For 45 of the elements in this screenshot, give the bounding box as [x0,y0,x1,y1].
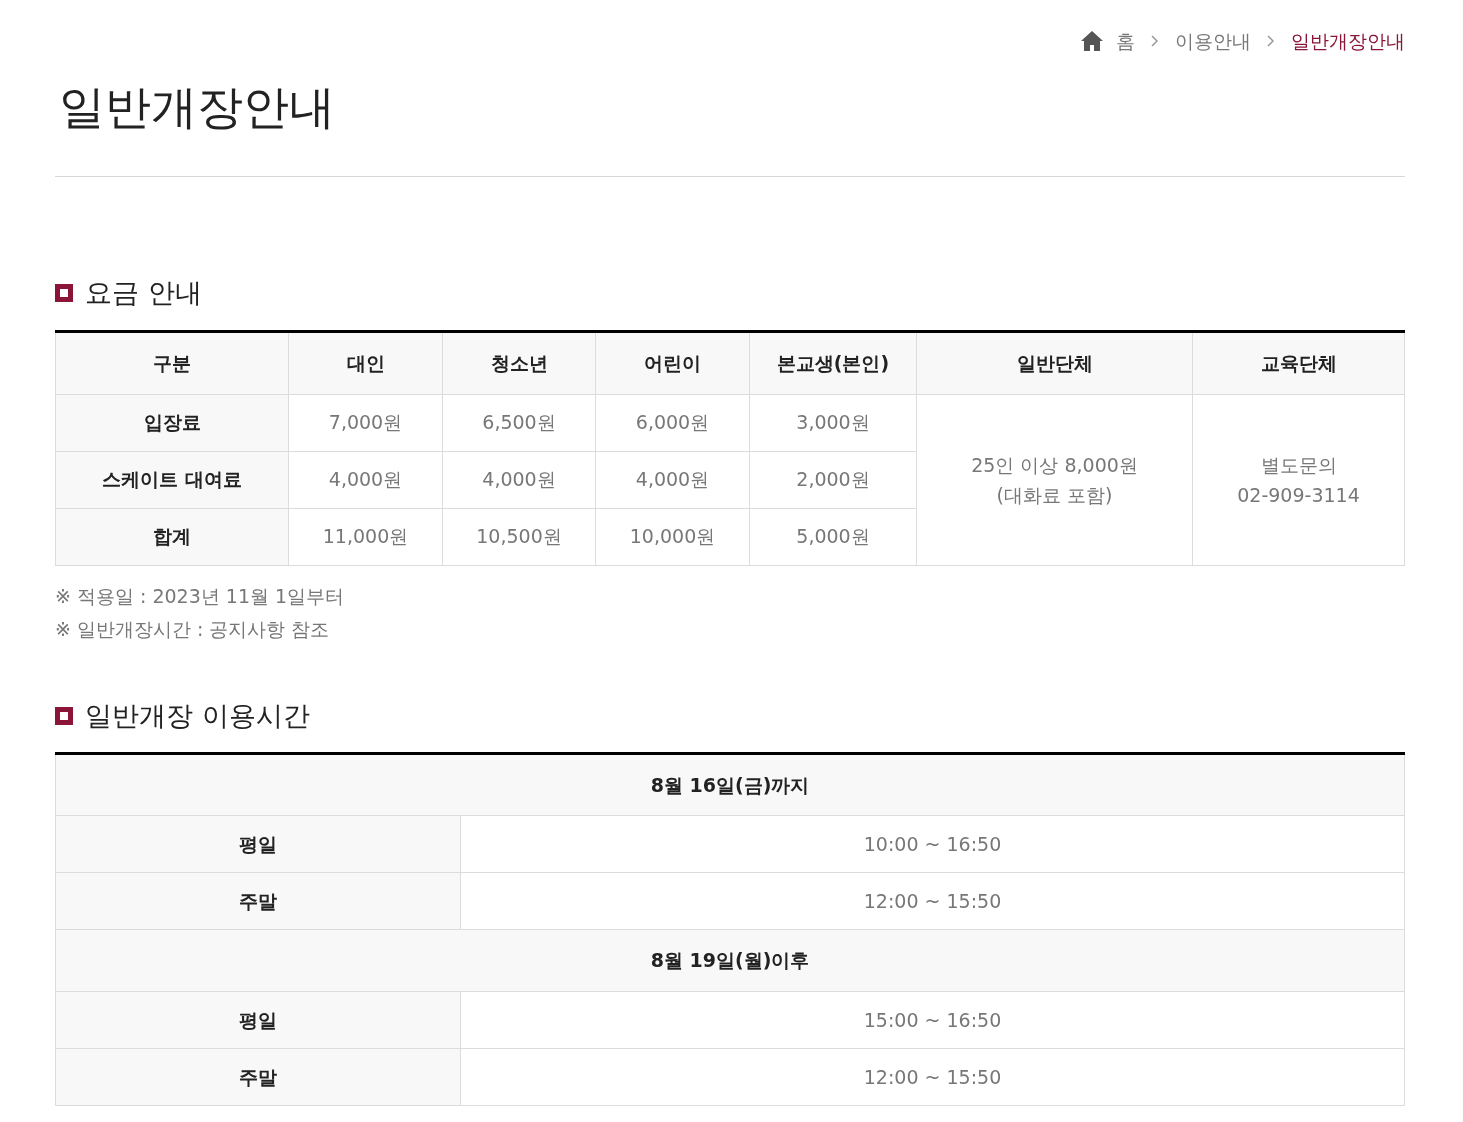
column-header: 어린이 [595,331,750,394]
period-header: 8월 19일(월)이후 [55,929,1405,992]
group-price-cell: 별도문의 02-909-3114 [1192,394,1405,565]
column-header: 구분 [55,331,289,394]
row-header: 스케이트 대여료 [55,451,289,508]
breadcrumb-link[interactable]: 일반개장안내 [1291,26,1405,56]
day-type-header: 주말 [55,872,461,930]
price-cell: 10,000원 [595,508,750,565]
column-header: 본교생(본인) [749,331,917,394]
price-cell: 4,000원 [595,451,750,508]
time-cell: 12:00 ~ 15:50 [460,1048,1405,1106]
row-header: 합계 [55,508,289,565]
column-header: 청소년 [442,331,596,394]
price-cell: 4,000원 [288,451,443,508]
column-header: 교육단체 [1192,331,1405,394]
time-cell: 15:00 ~ 16:50 [460,991,1405,1049]
section-heading: 요금 안내 [85,276,202,310]
column-header: 일반단체 [916,331,1193,394]
price-cell: 10,500원 [442,508,596,565]
group-price-cell: 25인 이상 8,000원 (대화료 포함) [916,394,1193,565]
breadcrumb-link[interactable]: 홈 [1116,26,1135,56]
home-icon[interactable] [1080,30,1104,52]
price-cell: 11,000원 [288,508,443,565]
price-cell: 3,000원 [749,394,917,451]
period-header: 8월 16일(금)까지 [55,753,1405,816]
square-bullet-icon [55,284,73,303]
chevron-icon [1267,35,1275,47]
time-cell: 12:00 ~ 15:50 [460,872,1405,930]
column-header: 대인 [288,331,443,394]
note-text: ※ 적용일 : 2023년 11월 1일부터 [55,583,346,609]
price-cell: 4,000원 [442,451,596,508]
price-cell: 6,000원 [595,394,750,451]
chevron-icon [1151,35,1159,47]
note-text: ※ 일반개장시간 : 공지사항 참조 [55,616,331,642]
time-cell: 10:00 ~ 16:50 [460,815,1405,873]
square-bullet-icon [55,706,73,725]
day-type-header: 주말 [55,1048,461,1106]
day-type-header: 평일 [55,991,461,1049]
section-heading: 일반개장 이용시간 [85,698,310,733]
page-title: 일반개장안내 [58,84,336,130]
day-type-header: 평일 [55,815,461,873]
breadcrumb-link[interactable]: 이용안내 [1175,26,1251,56]
price-cell: 6,500원 [442,394,596,451]
row-header: 입장료 [55,394,289,451]
price-cell: 7,000원 [288,394,443,451]
